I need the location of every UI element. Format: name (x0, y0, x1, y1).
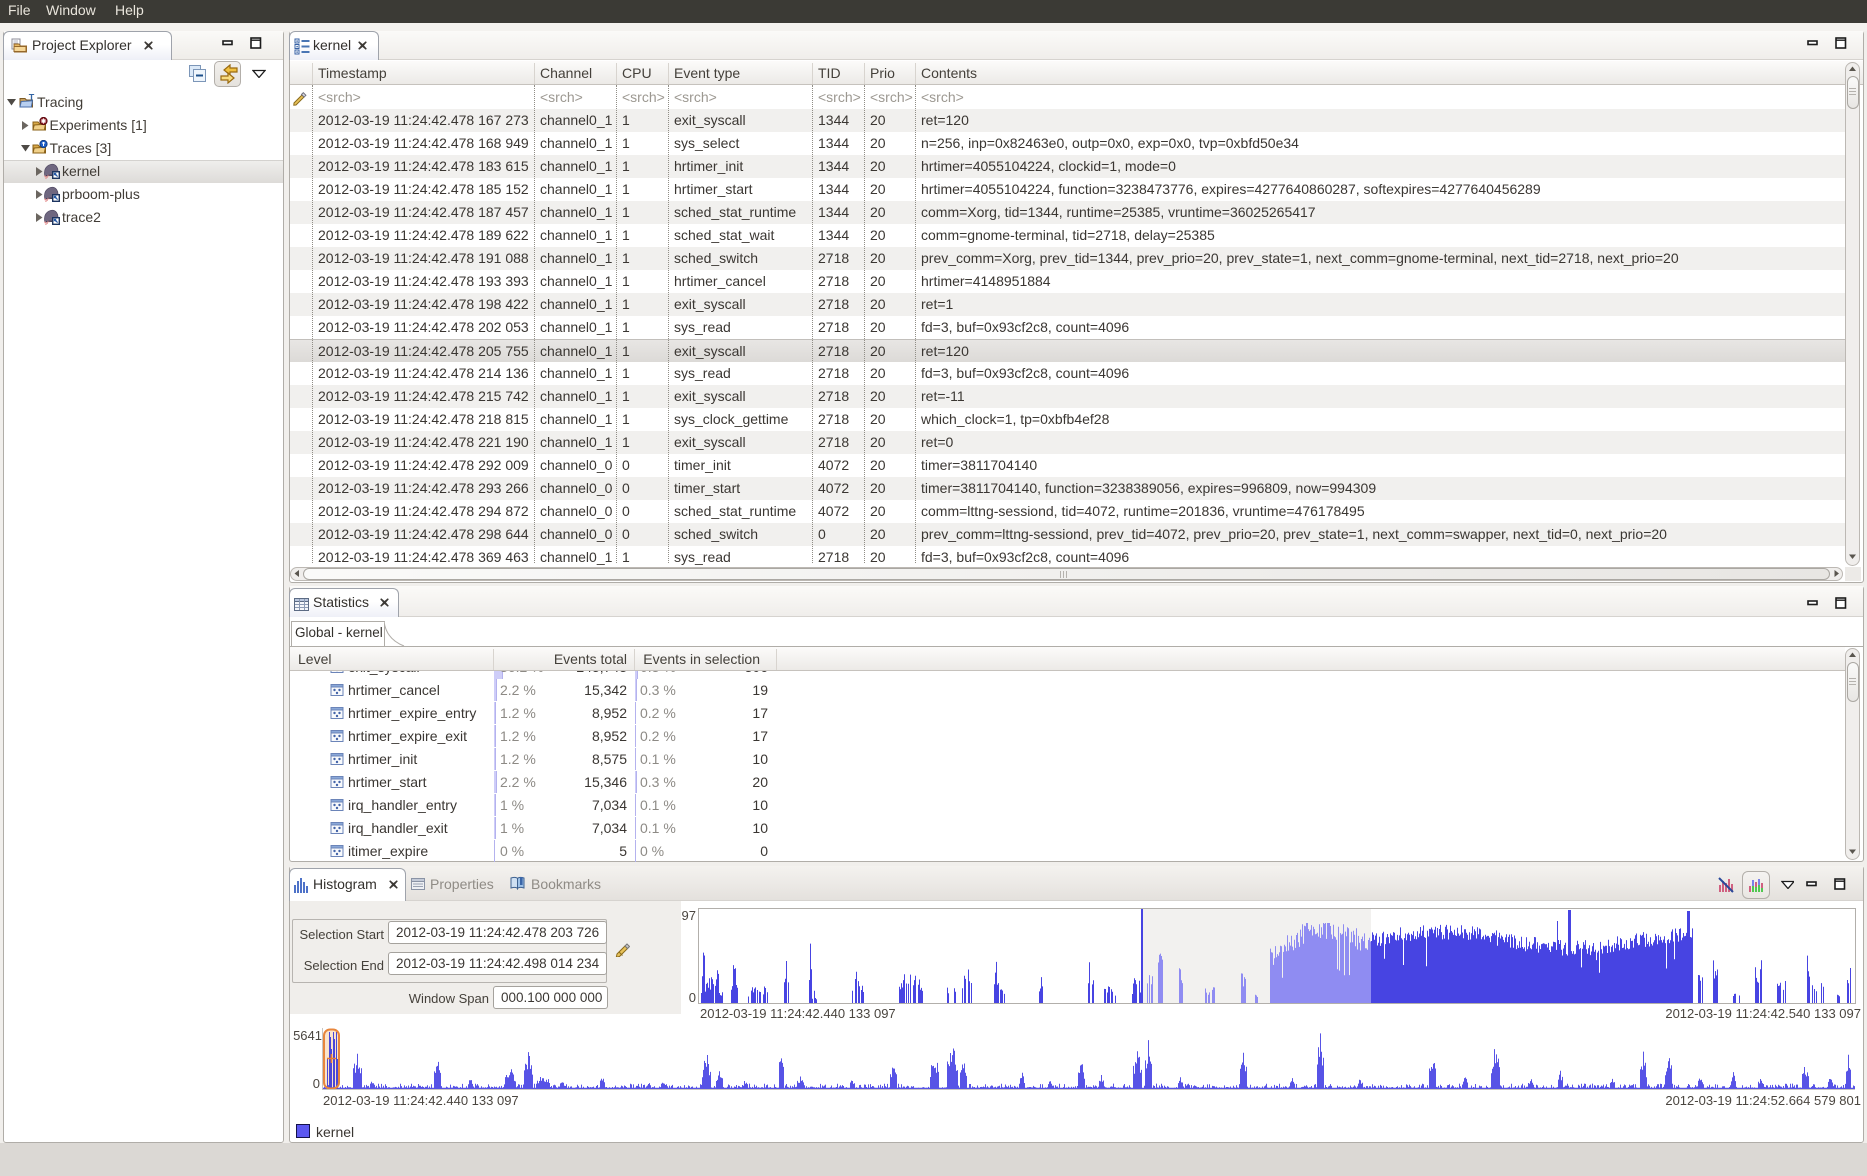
svg-text:T: T (29, 94, 35, 103)
